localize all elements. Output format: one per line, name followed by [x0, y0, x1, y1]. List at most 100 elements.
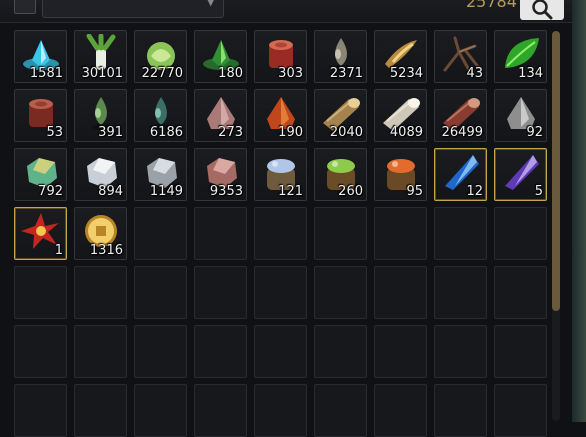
- item-quantity: 391: [98, 125, 123, 140]
- inventory-slot-empty[interactable]: [14, 384, 67, 437]
- item-quantity: 12: [466, 184, 483, 199]
- inventory-slot-empty[interactable]: [314, 266, 367, 319]
- inventory-slot-diamond[interactable]: 894: [74, 148, 127, 201]
- inventory-header: ▼ 25784: [0, 0, 586, 23]
- inventory-slot-empty[interactable]: [374, 325, 427, 378]
- inventory-slot-red-star-crystal[interactable]: 1: [14, 207, 67, 260]
- inventory-slot-silver-ore[interactable]: 92: [494, 89, 547, 142]
- inventory-slot-teal-droplet[interactable]: 6186: [134, 89, 187, 142]
- inventory-slot-empty[interactable]: [434, 384, 487, 437]
- inventory-slot-red-timber[interactable]: 26499: [434, 89, 487, 142]
- inventory-slot-fruit-pot[interactable]: 95: [374, 148, 427, 201]
- inventory-slot-empty[interactable]: [434, 266, 487, 319]
- inventory-slot-opal-stone[interactable]: 792: [14, 148, 67, 201]
- inventory-slot-grey-droplet[interactable]: 2371: [314, 30, 367, 83]
- item-quantity: 1: [54, 243, 63, 258]
- inventory-slot-ore-sack[interactable]: 121: [254, 148, 307, 201]
- inventory-slot-dry-branches[interactable]: 43: [434, 30, 487, 83]
- inventory-slot-empty[interactable]: [494, 207, 547, 260]
- inventory-slot-empty[interactable]: [254, 384, 307, 437]
- inventory-slot-empty[interactable]: [194, 325, 247, 378]
- inventory-box-icon: [14, 0, 36, 14]
- inventory-slot-rose-stone[interactable]: 9353: [194, 148, 247, 201]
- item-quantity: 2040: [329, 125, 363, 140]
- item-count: 25784: [466, 0, 517, 11]
- item-quantity: 4089: [389, 125, 423, 140]
- item-quantity: 30101: [81, 66, 123, 81]
- inventory-slot-empty[interactable]: [254, 325, 307, 378]
- item-quantity: 5234: [389, 66, 423, 81]
- inventory-slot-empty[interactable]: [194, 266, 247, 319]
- inventory-slot-empty[interactable]: [14, 266, 67, 319]
- search-button[interactable]: [520, 0, 564, 20]
- inventory-slot-empty[interactable]: [254, 266, 307, 319]
- inventory-slot-tan-log[interactable]: 2040: [314, 89, 367, 142]
- inventory-slot-empty[interactable]: [314, 207, 367, 260]
- inventory-panel: 1581 30101 22770 180 303 2371 5234 43 134 53 391 61…: [0, 23, 586, 437]
- inventory-slot-empty[interactable]: [374, 207, 427, 260]
- inventory-slot-empty[interactable]: [374, 266, 427, 319]
- inventory-slot-empty[interactable]: [74, 325, 127, 378]
- inventory-slot-empty[interactable]: [374, 384, 427, 437]
- inventory-slot-golden-plant[interactable]: 5234: [374, 30, 427, 83]
- inventory-slot-green-leaf[interactable]: 134: [494, 30, 547, 83]
- inventory-slot-empty[interactable]: [74, 266, 127, 319]
- inventory-slot-empty[interactable]: [134, 325, 187, 378]
- inventory-slot-empty[interactable]: [14, 325, 67, 378]
- item-quantity: 92: [526, 125, 543, 140]
- inventory-slot-empty[interactable]: [494, 384, 547, 437]
- item-quantity: 303: [278, 66, 303, 81]
- background-edge: [572, 0, 586, 422]
- inventory-slot-purple-shard[interactable]: 5: [494, 148, 547, 201]
- inventory-slot-empty[interactable]: [434, 325, 487, 378]
- item-quantity: 260: [338, 184, 363, 199]
- item-quantity: 134: [518, 66, 543, 81]
- inventory-slot-empty[interactable]: [494, 325, 547, 378]
- inventory-slot-cabbage[interactable]: 22770: [134, 30, 187, 83]
- item-quantity: 894: [98, 184, 123, 199]
- item-quantity: 6186: [149, 125, 183, 140]
- item-quantity: 26499: [441, 125, 483, 140]
- inventory-slot-red-log[interactable]: 303: [254, 30, 307, 83]
- inventory-slot-empty[interactable]: [434, 207, 487, 260]
- inventory-slot-empty[interactable]: [254, 207, 307, 260]
- item-quantity: 2371: [329, 66, 363, 81]
- inventory-slot-empty[interactable]: [74, 384, 127, 437]
- inventory-slot-empty[interactable]: [194, 207, 247, 260]
- item-quantity: 5: [534, 184, 543, 199]
- item-quantity: 273: [218, 125, 243, 140]
- item-quantity: 22770: [141, 66, 183, 81]
- item-quantity: 53: [46, 125, 63, 140]
- inventory-slot-gem-pot[interactable]: 260: [314, 148, 367, 201]
- inventory-grid: 1581 30101 22770 180 303 2371 5234 43 134 53 391 61…: [14, 30, 547, 437]
- item-quantity: 95: [406, 184, 423, 199]
- item-quantity: 43: [466, 66, 483, 81]
- inventory-slot-empty[interactable]: [134, 384, 187, 437]
- inventory-slot-quartz[interactable]: 1149: [134, 148, 187, 201]
- inventory-slot-birch-log[interactable]: 4089: [374, 89, 427, 142]
- item-quantity: 1581: [29, 66, 63, 81]
- inventory-slot-blue-shard[interactable]: 12: [434, 148, 487, 201]
- inventory-slot-empty[interactable]: [314, 325, 367, 378]
- scrollbar-thumb[interactable]: [552, 31, 560, 311]
- item-quantity: 1316: [89, 243, 123, 258]
- inventory-slot-empty[interactable]: [134, 207, 187, 260]
- item-quantity: 121: [278, 184, 303, 199]
- item-quantity: 792: [38, 184, 63, 199]
- inventory-slot-empty[interactable]: [194, 384, 247, 437]
- inventory-slot-orange-ore[interactable]: 190: [254, 89, 307, 142]
- inventory-slot-coin[interactable]: 1316: [74, 207, 127, 260]
- item-quantity: 1149: [149, 184, 183, 199]
- inventory-slot-green-crystal[interactable]: 180: [194, 30, 247, 83]
- item-quantity: 180: [218, 66, 243, 81]
- inventory-slot-blue-crystal-shards[interactable]: 1581: [14, 30, 67, 83]
- inventory-slot-leek[interactable]: 30101: [74, 30, 127, 83]
- search-icon: [532, 0, 553, 20]
- inventory-slot-empty[interactable]: [494, 266, 547, 319]
- category-dropdown[interactable]: ▼: [42, 0, 224, 18]
- inventory-slot-empty[interactable]: [314, 384, 367, 437]
- inventory-slot-empty[interactable]: [134, 266, 187, 319]
- inventory-slot-green-droplet[interactable]: 391: [74, 89, 127, 142]
- inventory-slot-pink-ore[interactable]: 273: [194, 89, 247, 142]
- inventory-slot-red-stump[interactable]: 53: [14, 89, 67, 142]
